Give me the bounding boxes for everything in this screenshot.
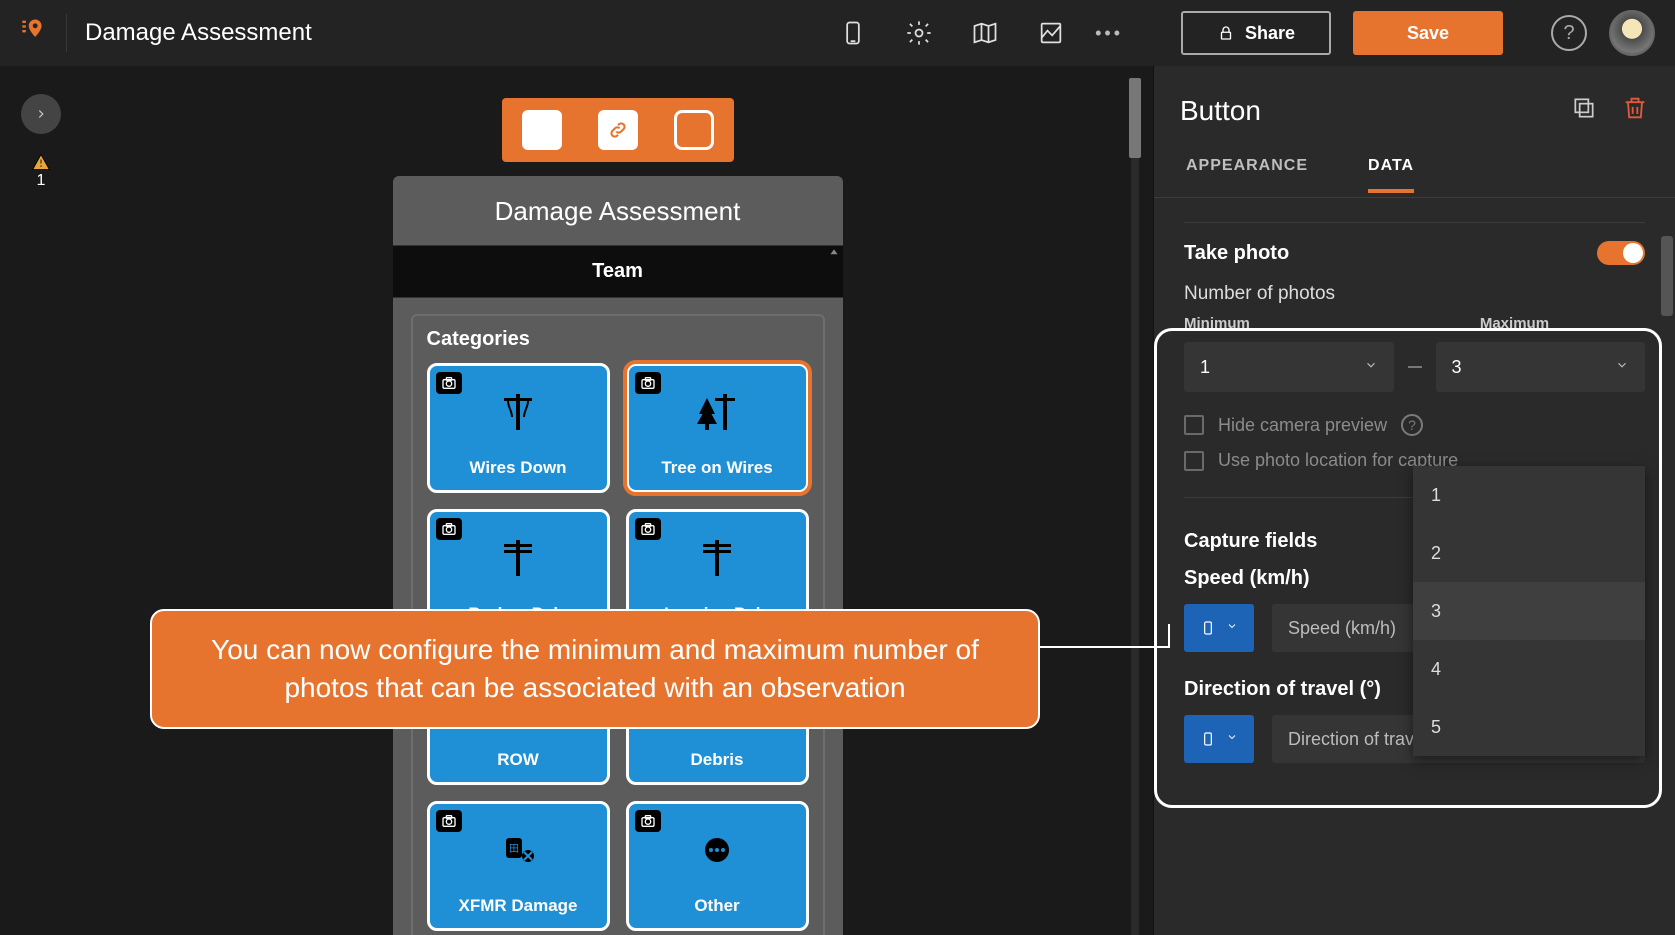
gear-icon[interactable] [897, 11, 941, 55]
expand-button[interactable] [21, 94, 61, 134]
chevron-down-icon [1226, 730, 1238, 748]
warnings-badge[interactable]: 1 [31, 152, 51, 190]
categories-label: Categories [427, 328, 809, 351]
app-logo[interactable] [20, 16, 48, 51]
category-glyph [693, 512, 741, 604]
tab-appearance-label: APPEARANCE [1186, 157, 1308, 174]
help-icon[interactable]: ? [1551, 15, 1587, 51]
editor-tool-link[interactable] [598, 110, 638, 150]
app-title: Damage Assessment [85, 19, 312, 47]
use-photo-loc-checkbox[interactable] [1184, 451, 1204, 471]
category-glyph [494, 512, 542, 604]
phone-icon [1200, 729, 1216, 749]
hide-preview-checkbox[interactable] [1184, 415, 1204, 435]
speed-device-chip[interactable] [1184, 604, 1254, 652]
category-name: Debris [691, 750, 744, 770]
top-bar: Damage Assessment ••• Share Save ? [0, 0, 1675, 66]
direction-device-chip[interactable] [1184, 715, 1254, 763]
category-tile[interactable]: Tree on Wires [626, 363, 809, 493]
max-dropdown[interactable]: 12345 [1413, 466, 1645, 756]
camera-icon [436, 518, 462, 540]
callout-tip: You can now configure the minimum and ma… [150, 609, 1040, 729]
category-name: ROW [497, 750, 539, 770]
hide-preview-help-icon[interactable]: ? [1401, 414, 1423, 436]
link-icon [608, 120, 628, 140]
take-photo-toggle[interactable] [1597, 241, 1645, 265]
team-label: Team [592, 260, 643, 282]
team-scroll-icon [827, 246, 841, 260]
speed-field-value: Speed (km/h) [1288, 618, 1396, 639]
category-tile[interactable]: Wires Down [427, 363, 610, 493]
phone-icon [1200, 618, 1216, 638]
chevron-down-icon [1226, 619, 1238, 637]
category-tile[interactable]: Other [626, 801, 809, 931]
panel-title: Button [1180, 95, 1261, 127]
svg-text:田: 田 [509, 844, 519, 855]
category-glyph: 田 [494, 804, 542, 896]
chevron-right-icon [34, 107, 48, 121]
chevron-down-icon [1615, 358, 1629, 377]
min-value: 1 [1200, 357, 1210, 378]
min-select[interactable]: 1 [1184, 342, 1394, 392]
more-icon[interactable]: ••• [1095, 23, 1123, 44]
camera-icon [635, 372, 661, 394]
lock-icon [1217, 24, 1235, 42]
editor-tool-outline[interactable] [674, 110, 714, 150]
canvas: Damage Assessment Team Categories Wires … [82, 66, 1153, 935]
category-name: Tree on Wires [661, 458, 772, 478]
save-label: Save [1407, 23, 1449, 44]
max-select[interactable]: 3 [1436, 342, 1646, 392]
canvas-scrollbar[interactable] [1125, 78, 1145, 935]
num-photos-label: Number of photos [1184, 283, 1645, 305]
camera-icon [436, 372, 462, 394]
phone-title: Damage Assessment [393, 176, 843, 245]
chevron-down-icon [1364, 358, 1378, 377]
min-label: Minimum [1184, 315, 1250, 332]
duplicate-button[interactable] [1571, 95, 1597, 126]
tab-data[interactable]: DATA [1368, 145, 1414, 193]
logo-icon [20, 16, 48, 51]
properties-panel: Button APPEARANCE DATA Take photo Number… [1153, 66, 1675, 935]
device-preview-icon[interactable] [831, 11, 875, 55]
save-button[interactable]: Save [1353, 11, 1503, 55]
max-value: 3 [1452, 357, 1462, 378]
dropdown-option[interactable]: 5 [1413, 698, 1645, 756]
share-button[interactable]: Share [1181, 11, 1331, 55]
category-glyph [693, 366, 741, 458]
team-header[interactable]: Team [393, 245, 843, 298]
category-name: Wires Down [469, 458, 566, 478]
editor-toolbar [502, 98, 734, 162]
dropdown-option[interactable]: 2 [1413, 524, 1645, 582]
avatar[interactable] [1609, 10, 1655, 56]
camera-icon [436, 810, 462, 832]
delete-button[interactable] [1621, 94, 1649, 127]
tab-appearance[interactable]: APPEARANCE [1186, 145, 1308, 193]
category-name: Other [694, 896, 739, 916]
map-icon[interactable] [963, 11, 1007, 55]
editor-tool-fill[interactable] [522, 110, 562, 150]
category-glyph [693, 804, 741, 896]
layers-icon[interactable] [1029, 11, 1073, 55]
share-label: Share [1245, 23, 1295, 44]
take-photo-label: Take photo [1184, 242, 1289, 265]
divider [66, 14, 67, 52]
camera-icon [635, 518, 661, 540]
dropdown-option[interactable]: 4 [1413, 640, 1645, 698]
dropdown-option[interactable]: 3 [1413, 582, 1645, 640]
phone-preview: Damage Assessment Team Categories Wires … [393, 176, 843, 935]
max-label: Maximum [1480, 315, 1549, 332]
dropdown-option[interactable]: 1 [1413, 466, 1645, 524]
warning-count: 1 [37, 172, 46, 190]
category-glyph [494, 366, 542, 458]
tab-data-label: DATA [1368, 157, 1414, 174]
hide-preview-label: Hide camera preview [1218, 415, 1387, 436]
category-name: XFMR Damage [458, 896, 577, 916]
category-tile[interactable]: 田 XFMR Damage [427, 801, 610, 931]
range-separator [1408, 366, 1422, 368]
left-rail: 1 [0, 66, 82, 935]
warning-icon [31, 152, 51, 172]
callout-connector [1040, 646, 1170, 648]
callout-text: You can now configure the minimum and ma… [211, 634, 979, 703]
camera-icon [635, 810, 661, 832]
